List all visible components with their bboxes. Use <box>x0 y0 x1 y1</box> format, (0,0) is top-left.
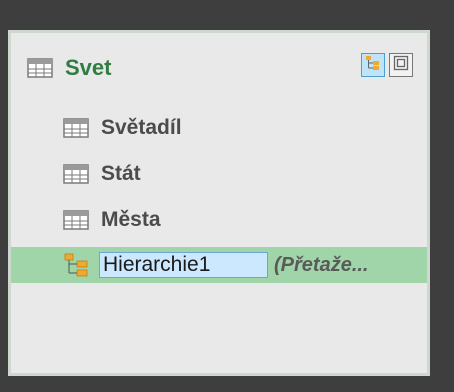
table-icon <box>63 118 89 138</box>
column-item-stat[interactable]: Stát <box>11 151 427 197</box>
column-label: Světadíl <box>101 116 182 139</box>
column-label: Stát <box>101 162 141 185</box>
table-icon <box>63 164 89 184</box>
table-icon <box>27 58 53 78</box>
column-label: Města <box>101 208 161 231</box>
hierarchy-view-icon <box>365 55 381 76</box>
hierarchy-view-button[interactable] <box>361 53 385 77</box>
header-tools <box>361 53 413 77</box>
diagram-view-icon <box>393 55 409 76</box>
hierarchy-status: (Přetaže... <box>274 253 369 276</box>
table-card: Svet Světadíl Stát Města Hierarchie1 (Př… <box>8 30 430 376</box>
column-item-mesta[interactable]: Města <box>11 197 427 243</box>
column-item-svetadil[interactable]: Světadíl <box>11 105 427 151</box>
hierarchy-name-input[interactable] <box>99 252 268 278</box>
diagram-view-button[interactable] <box>389 53 413 77</box>
hierarchy-icon <box>63 252 93 278</box>
hierarchy-item[interactable]: (Přetaže... <box>11 247 427 283</box>
table-header[interactable]: Svet <box>27 51 111 85</box>
table-title: Svet <box>65 55 112 80</box>
table-icon <box>63 210 89 230</box>
column-list: Světadíl Stát Města Hierarchie1 (Přetaže… <box>11 105 427 283</box>
